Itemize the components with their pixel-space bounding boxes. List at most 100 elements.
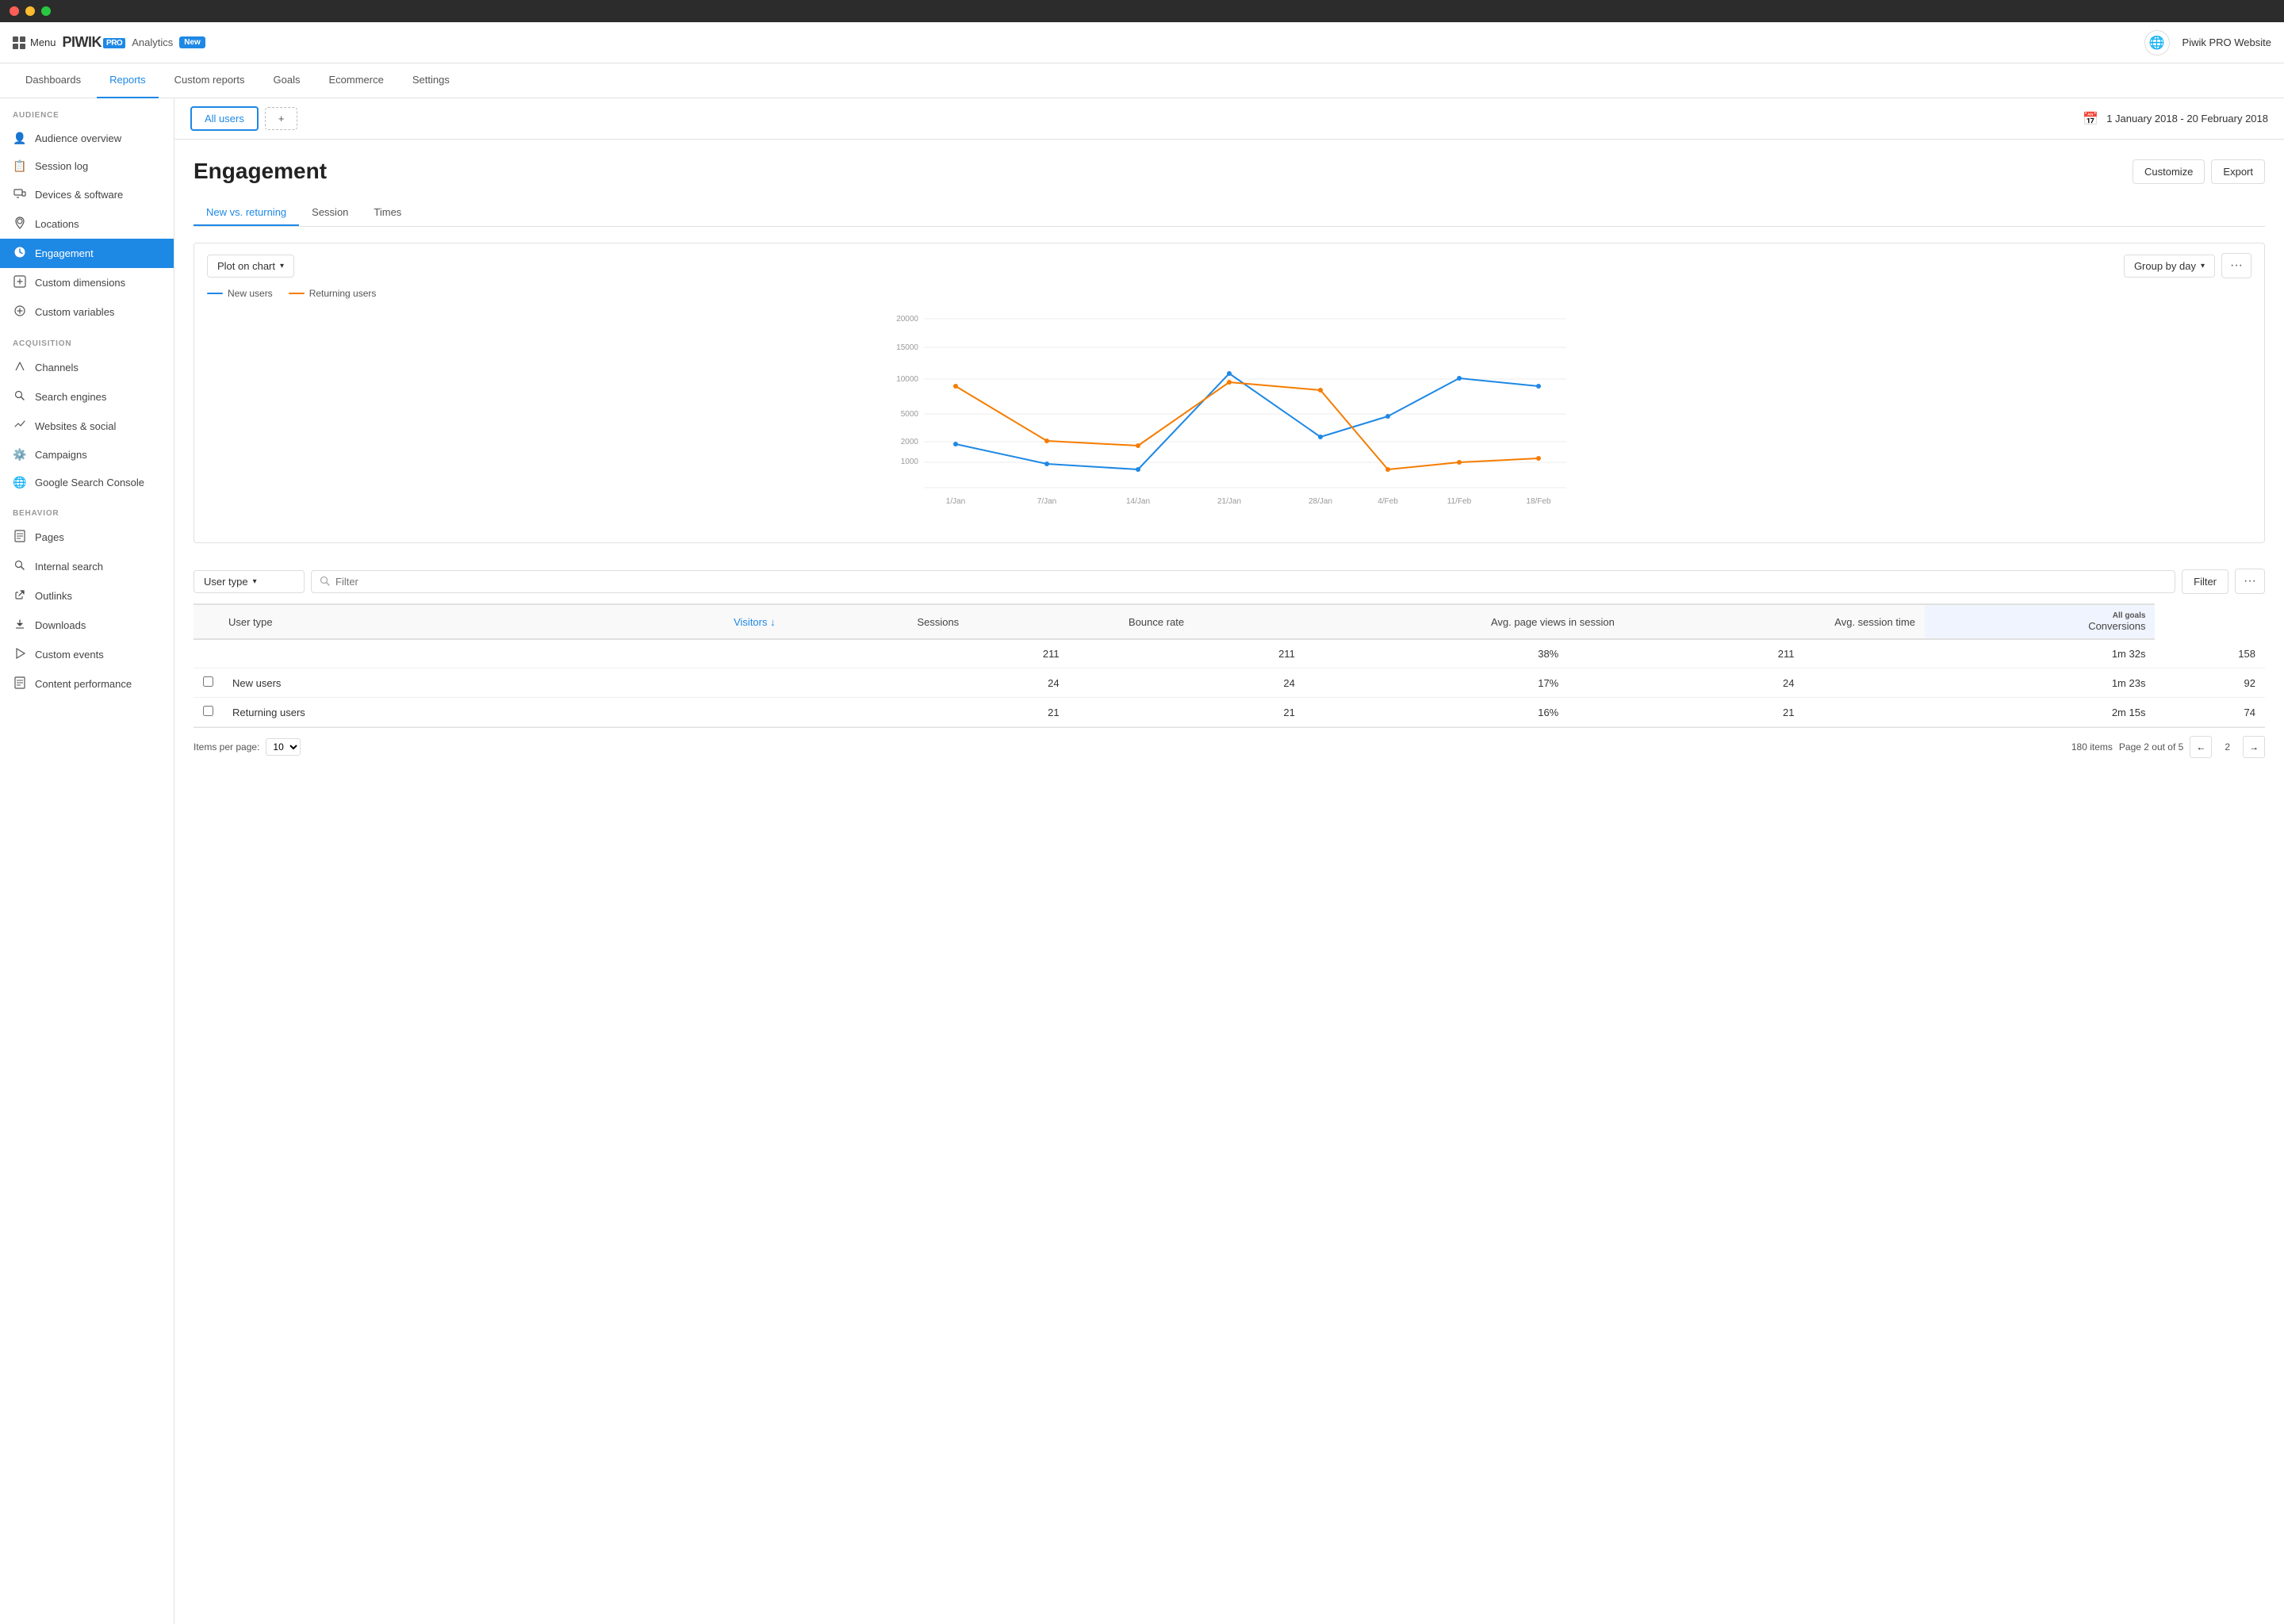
- sidebar-item-channels[interactable]: Channels: [0, 353, 174, 382]
- sidebar-label-search-engines: Search engines: [35, 391, 106, 403]
- sidebar-item-locations[interactable]: Locations: [0, 209, 174, 239]
- custom-dimensions-icon: [13, 275, 27, 290]
- filter-input[interactable]: [335, 576, 2167, 588]
- chart-more-button[interactable]: ···: [2221, 253, 2251, 278]
- close-dot[interactable]: [10, 6, 19, 16]
- sidebar-item-custom-variables[interactable]: Custom variables: [0, 297, 174, 327]
- row-checkbox[interactable]: [203, 706, 213, 716]
- sidebar-label-custom-events: Custom events: [35, 649, 104, 661]
- group-by-day-button[interactable]: Group by day ▾: [2124, 255, 2215, 278]
- date-range-text: 1 January 2018 - 20 February 2018: [2106, 113, 2268, 124]
- sidebar-item-content-performance[interactable]: Content performance: [0, 669, 174, 699]
- tab-settings[interactable]: Settings: [400, 63, 462, 98]
- table-more-button[interactable]: ···: [2235, 569, 2265, 594]
- sidebar-item-internal-search[interactable]: Internal search: [0, 552, 174, 581]
- sidebar-item-audience-overview[interactable]: 👤 Audience overview: [0, 124, 174, 152]
- downloads-icon: [13, 618, 27, 633]
- row-bounce-rate-returning: 16%: [1305, 698, 1568, 727]
- sidebar-item-downloads[interactable]: Downloads: [0, 611, 174, 640]
- top-header: Menu PIWIKPRO Analytics New 🌐 Piwik PRO …: [0, 22, 2284, 63]
- nav-tabs: Dashboards Reports Custom reports Goals …: [0, 63, 2284, 98]
- totals-row: 211 211 38% 211 1m 32s 158: [194, 640, 2265, 668]
- sidebar-item-session-log[interactable]: 📋 Session log: [0, 152, 174, 180]
- menu-label: Menu: [30, 36, 56, 48]
- grid-icon: [13, 36, 25, 49]
- sidebar-item-outlinks[interactable]: Outlinks: [0, 581, 174, 611]
- filter-button[interactable]: Filter: [2182, 569, 2228, 594]
- returning-users-line: [956, 382, 1539, 469]
- sub-tab-times[interactable]: Times: [361, 200, 414, 226]
- next-page-button[interactable]: →: [2243, 736, 2265, 758]
- sidebar-label-content-performance: Content performance: [35, 678, 132, 690]
- devices-icon: [13, 187, 27, 202]
- google-search-console-icon: 🌐: [13, 476, 27, 489]
- previous-page-button[interactable]: ←: [2190, 736, 2212, 758]
- chart-point: [1044, 462, 1049, 466]
- legend-line-orange: [289, 293, 305, 294]
- chart-svg: 20000 15000 10000 5000 2000 1000: [207, 305, 2251, 527]
- visitors-column-header[interactable]: Visitors ↓: [602, 605, 785, 639]
- sidebar-item-engagement[interactable]: Engagement: [0, 239, 174, 268]
- chart-point: [1318, 435, 1323, 439]
- legend-returning-users: Returning users: [289, 288, 377, 299]
- tab-custom-reports[interactable]: Custom reports: [162, 63, 258, 98]
- segment-bar: All users + 📅 1 January 2018 - 20 Februa…: [174, 98, 2284, 140]
- chart-point: [1136, 467, 1140, 472]
- chart-point: [1227, 371, 1232, 376]
- report-actions: Customize Export: [2133, 159, 2265, 184]
- row-checkbox[interactable]: [203, 676, 213, 687]
- sub-tab-new-vs-returning[interactable]: New vs. returning: [194, 200, 299, 226]
- chart-svg-container: 20000 15000 10000 5000 2000 1000: [194, 305, 2264, 542]
- chart-point: [1136, 443, 1140, 448]
- site-name: Piwik PRO Website: [2182, 36, 2271, 48]
- current-page-number: 2: [2218, 738, 2236, 756]
- custom-events-icon: [13, 647, 27, 662]
- user-type-dropdown[interactable]: User type ▾: [194, 570, 305, 593]
- outlinks-icon: [13, 588, 27, 603]
- customize-button[interactable]: Customize: [2133, 159, 2205, 184]
- row-conversions-new: 92: [2155, 668, 2265, 698]
- minimize-dot[interactable]: [25, 6, 35, 16]
- legend-returning-users-label: Returning users: [309, 288, 377, 299]
- add-segment-button[interactable]: +: [265, 107, 298, 130]
- sub-tab-session[interactable]: Session: [299, 200, 361, 226]
- sidebar-item-devices-software[interactable]: Devices & software: [0, 180, 174, 209]
- sidebar-item-google-search-console[interactable]: 🌐 Google Search Console: [0, 469, 174, 496]
- sidebar-item-search-engines[interactable]: Search engines: [0, 382, 174, 412]
- channels-icon: [13, 360, 27, 375]
- svg-text:18/Feb: 18/Feb: [1526, 497, 1551, 506]
- maximize-dot[interactable]: [41, 6, 51, 16]
- sidebar-item-campaigns[interactable]: ⚙️ Campaigns: [0, 441, 174, 469]
- menu-button[interactable]: Menu: [13, 36, 56, 49]
- tab-reports[interactable]: Reports: [97, 63, 159, 98]
- row-checkbox-cell[interactable]: [194, 698, 223, 727]
- row-checkbox-cell[interactable]: [194, 668, 223, 698]
- globe-button[interactable]: 🌐: [2144, 30, 2170, 56]
- export-button[interactable]: Export: [2211, 159, 2265, 184]
- internal-search-icon: [13, 559, 27, 574]
- legend-new-users: New users: [207, 288, 273, 299]
- date-range[interactable]: 📅 1 January 2018 - 20 February 2018: [2083, 111, 2268, 127]
- svg-text:7/Jan: 7/Jan: [1037, 497, 1056, 506]
- tab-dashboards[interactable]: Dashboards: [13, 63, 94, 98]
- location-icon: [13, 216, 27, 232]
- tab-ecommerce[interactable]: Ecommerce: [316, 63, 396, 98]
- sidebar: AUDIENCE 👤 Audience overview 📋 Session l…: [0, 98, 174, 1624]
- items-per-page-select[interactable]: 10 25 50: [266, 738, 301, 756]
- all-users-segment[interactable]: All users: [190, 106, 259, 131]
- sidebar-item-custom-events[interactable]: Custom events: [0, 640, 174, 669]
- logo-area: Menu PIWIKPRO Analytics New: [13, 34, 205, 51]
- sidebar-item-pages[interactable]: Pages: [0, 523, 174, 552]
- plot-on-chart-button[interactable]: Plot on chart ▾: [207, 255, 294, 278]
- tab-goals[interactable]: Goals: [261, 63, 313, 98]
- acquisition-section-label: ACQUISITION: [0, 327, 174, 353]
- content-performance-icon: [13, 676, 27, 691]
- sidebar-item-custom-dimensions[interactable]: Custom dimensions: [0, 268, 174, 297]
- total-items-count: 180 items: [2071, 741, 2113, 753]
- row-conversions-returning: 74: [2155, 698, 2265, 727]
- sidebar-item-websites-social[interactable]: Websites & social: [0, 412, 174, 441]
- row-user-type-returning: Returning users: [223, 698, 833, 727]
- chart-point: [1385, 467, 1390, 472]
- sidebar-label-downloads: Downloads: [35, 619, 86, 631]
- plot-chevron-icon: ▾: [280, 262, 284, 270]
